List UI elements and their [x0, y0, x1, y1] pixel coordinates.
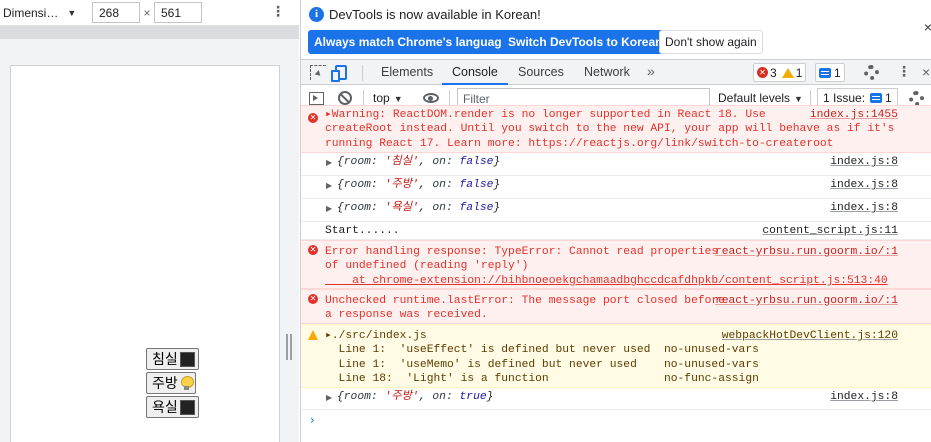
height-input[interactable] — [154, 2, 202, 23]
expand-triangle-icon[interactable]: ▶ — [326, 156, 332, 170]
source-link[interactable]: index.js:8 — [830, 155, 898, 169]
live-expression-eye-icon[interactable] — [423, 93, 439, 103]
close-icon[interactable]: × — [924, 19, 931, 35]
error-icon: ✕ — [308, 294, 318, 304]
source-link[interactable]: react-yrbsu.run.goorm.io/:1 — [715, 245, 898, 259]
black-square-icon — [179, 399, 195, 415]
clear-console-icon[interactable] — [338, 91, 352, 105]
room-label: 욕실 — [152, 400, 178, 416]
devtools-panel: i DevTools is now available in Korean! ×… — [300, 0, 931, 442]
times-label: × — [143, 5, 151, 20]
object-preview: {room: '주방', on: true} — [337, 391, 494, 403]
emulated-viewport: 침실 주방 욕실 — [10, 65, 280, 442]
info-icon: i — [309, 7, 324, 22]
switch-korean-button[interactable]: Switch DevTools to Korean — [502, 30, 669, 54]
context-select[interactable]: top ▼ — [373, 91, 403, 105]
light-bulb-icon — [180, 376, 194, 390]
console-settings-gear-icon[interactable] — [909, 91, 924, 106]
dimensions-label: Dimensi… — [3, 5, 59, 20]
source-link[interactable]: react-yrbsu.run.goorm.io/:1 — [715, 294, 898, 308]
media-query-bar — [0, 26, 299, 39]
divider — [362, 65, 363, 81]
console-log-row[interactable]: Start...... content_script.js:11 — [301, 222, 931, 240]
message-icon — [870, 93, 883, 103]
message-text: ▸./src/index.js Line 1: 'useEffect' is d… — [325, 330, 759, 386]
error-icon: ✕ — [757, 67, 768, 78]
console-log-row[interactable]: ▶ {room: '욕실', on: false} index.js:8 — [301, 199, 931, 222]
console-error-row[interactable]: ✕ ▸Warning: ReactDOM.render is no longer… — [301, 105, 931, 153]
console-log-row[interactable]: ▶ {room: '주방', on: false} index.js:8 — [301, 176, 931, 199]
expand-triangle-icon[interactable]: ▶ — [326, 179, 332, 193]
inspect-element-icon[interactable] — [310, 65, 326, 80]
expand-triangle-icon[interactable]: ▶ — [326, 202, 332, 216]
console-warning-row[interactable]: ▸./src/index.js Line 1: 'useEffect' is d… — [301, 324, 931, 388]
match-language-button[interactable]: Always match Chrome's language — [308, 30, 515, 54]
settings-gear-icon[interactable] — [864, 65, 879, 80]
room-button-bathroom[interactable]: 욕실 — [146, 396, 199, 418]
context-label: top — [373, 91, 390, 105]
room-label: 침실 — [152, 352, 178, 368]
device-toolbar-icon[interactable] — [331, 65, 347, 82]
console-log-row[interactable]: ▶ {room: '주방', on: true} index.js:8 — [301, 388, 931, 410]
tab-console[interactable]: Console — [442, 60, 508, 85]
language-infobar: i DevTools is now available in Korean! ×… — [301, 0, 931, 59]
black-square-icon — [179, 351, 195, 367]
width-input[interactable] — [92, 2, 140, 23]
chevron-down-icon: ▼ — [393, 94, 403, 104]
warning-icon — [308, 330, 318, 340]
error-icon: ✕ — [308, 245, 318, 255]
tab-network[interactable]: Network — [574, 60, 640, 85]
console-error-row[interactable]: ✕ Error handling response: TypeError: Ca… — [301, 240, 931, 289]
source-link[interactable]: index.js:8 — [830, 390, 898, 404]
issues-count: 1 — [885, 91, 892, 105]
devtools-tabbar: Elements Console Sources Network » ✕ 3 1… — [301, 59, 931, 85]
error-warning-counter[interactable]: ✕ 3 1 — [753, 63, 807, 82]
close-icon[interactable]: × — [922, 64, 930, 80]
tab-sources[interactable]: Sources — [508, 60, 574, 85]
source-link[interactable]: webpackHotDevClient.js:120 — [722, 329, 898, 343]
device-toolbar: Dimensi… ▼ × ⋮ — [0, 0, 299, 26]
message-count: 1 — [834, 65, 841, 80]
levels-label: Default levels — [718, 91, 791, 105]
resize-handle[interactable] — [286, 334, 292, 360]
more-options-icon[interactable]: ⋮ — [271, 4, 285, 18]
chevron-down-icon: ▼ — [67, 7, 77, 18]
infobar-message: DevTools is now available in Korean! — [329, 7, 541, 22]
message-text: Start...... — [325, 225, 400, 237]
source-link[interactable]: index.js:8 — [830, 178, 898, 192]
console-prompt-icon[interactable]: › — [310, 413, 315, 427]
dimensions-select[interactable]: Dimensi… ▼ — [3, 6, 78, 20]
source-link[interactable]: index.js:1455 — [810, 108, 898, 122]
source-link[interactable]: index.js:8 — [830, 201, 898, 215]
console-log: ✕ ▸Warning: ReactDOM.render is no longer… — [301, 105, 931, 442]
more-tabs-icon[interactable]: » — [647, 63, 655, 79]
console-error-row[interactable]: ✕ Unchecked runtime.lastError: The messa… — [301, 289, 931, 324]
message-text: Unchecked runtime.lastError: The message… — [325, 295, 725, 322]
error-count: 3 — [770, 65, 777, 80]
source-link[interactable]: content_script.js:11 — [762, 224, 898, 238]
more-options-icon[interactable]: ⋮ — [897, 63, 911, 80]
device-emulation-pane: Dimensi… ▼ × ⋮ 침실 주방 욕실 — [0, 0, 299, 442]
console-log-row[interactable]: ▶ {room: '침실', on: false} index.js:8 — [301, 153, 931, 176]
error-icon: ✕ — [308, 113, 318, 123]
room-button-kitchen[interactable]: 주방 — [146, 372, 196, 394]
sidebar-toggle-icon[interactable] — [309, 92, 324, 105]
chevron-down-icon: ▼ — [794, 94, 803, 104]
warning-icon — [781, 67, 794, 78]
object-preview: {room: '욕실', on: false} — [337, 202, 501, 214]
room-button-bedroom[interactable]: 침실 — [146, 348, 199, 370]
object-preview: {room: '침실', on: false} — [337, 156, 501, 168]
expand-triangle-icon[interactable]: ▶ — [326, 391, 332, 405]
room-label: 주방 — [152, 376, 178, 392]
message-counter[interactable]: 1 — [815, 63, 845, 82]
tab-elements[interactable]: Elements — [371, 60, 443, 85]
message-icon — [819, 67, 831, 78]
log-levels-select[interactable]: Default levels ▼ — [718, 91, 803, 105]
issues-label: 1 Issue: — [823, 91, 866, 105]
warning-count: 1 — [795, 65, 803, 80]
object-preview: {room: '주방', on: false} — [337, 179, 501, 191]
dont-show-again-button[interactable]: Don't show again — [659, 30, 763, 54]
